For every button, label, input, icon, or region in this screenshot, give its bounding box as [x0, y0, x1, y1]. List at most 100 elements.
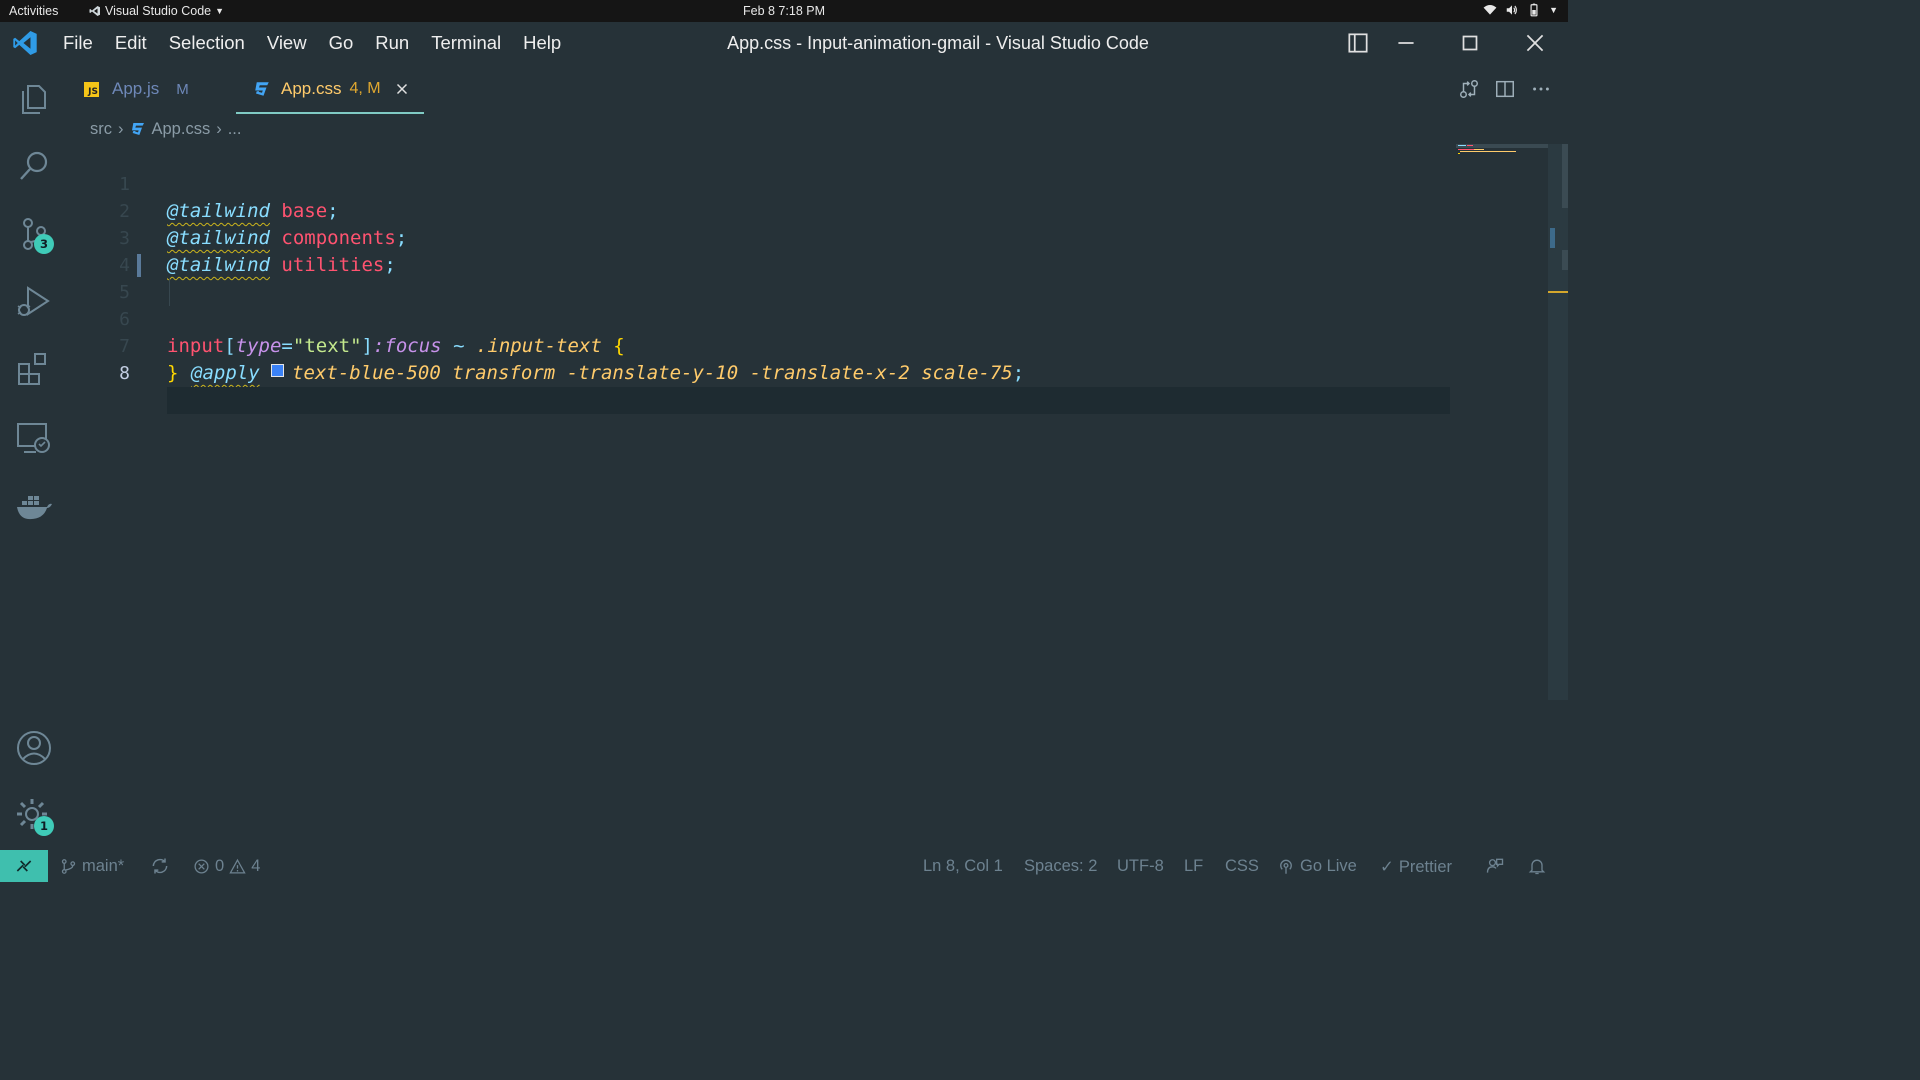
tab-label: App.js	[112, 79, 160, 98]
color-swatch[interactable]	[271, 364, 285, 377]
remote-explorer-icon[interactable]	[14, 418, 54, 458]
search-icon[interactable]	[14, 146, 54, 186]
source-control-badge: 3	[34, 234, 54, 254]
run-debug-icon[interactable]	[14, 282, 54, 322]
broadcast-icon	[1280, 859, 1292, 874]
check-icon: ✓	[1380, 858, 1394, 876]
chevron-right-icon: ›	[118, 119, 124, 138]
title-bar: File Edit Selection View Go Run Terminal…	[0, 22, 1568, 64]
problems-indicator[interactable]: 0 4	[193, 857, 260, 876]
menu-edit[interactable]: Edit	[104, 32, 158, 54]
vscode-logo-icon	[13, 31, 37, 55]
chevron-right-icon: ›	[216, 119, 222, 138]
menu-go[interactable]: Go	[318, 32, 365, 54]
volume-icon	[1506, 5, 1518, 15]
manage-settings-button[interactable]: 1	[14, 796, 54, 836]
split-editor-icon[interactable]	[1494, 78, 1516, 100]
docker-icon[interactable]	[14, 486, 54, 526]
warning-count: 4	[251, 857, 261, 875]
menu-help[interactable]: Help	[512, 32, 572, 54]
at-rule: @apply	[191, 362, 260, 384]
toggle-layout-icon[interactable]	[1345, 30, 1371, 56]
code-line-current: 8	[68, 333, 1450, 414]
tab-problems-status: 4, M	[349, 80, 381, 97]
scroll-marker-modified	[1550, 228, 1555, 248]
encoding[interactable]: UTF-8	[1117, 857, 1164, 876]
prettier-status[interactable]: ✓ Prettier	[1380, 857, 1452, 877]
current-line-highlight	[167, 387, 1450, 414]
notifications-bell-icon[interactable]	[1527, 856, 1547, 876]
branch-name: main*	[82, 857, 125, 875]
prettier-label: Prettier	[1398, 857, 1453, 876]
indentation[interactable]: Spaces: 2	[1024, 857, 1097, 876]
breadcrumb-folder[interactable]: src	[90, 120, 112, 139]
semicolon: ;	[1012, 362, 1025, 384]
git-branch-icon	[61, 859, 76, 874]
tab-app-js[interactable]: JS App.js M	[84, 64, 189, 114]
breadcrumb-symbols[interactable]: ...	[228, 120, 242, 139]
modified-line-indicator	[137, 254, 141, 277]
close-brace: }	[167, 362, 179, 384]
menu-selection[interactable]: Selection	[158, 32, 256, 54]
git-branch[interactable]: main*	[60, 857, 124, 876]
source-control-button[interactable]: 3	[14, 214, 54, 254]
line-number: 8	[119, 363, 130, 384]
warning-icon	[229, 858, 246, 874]
menu-terminal[interactable]: Terminal	[420, 32, 512, 54]
code-line: 1 @tailwind base;	[68, 144, 1450, 222]
code-line: 7 }	[68, 306, 1450, 384]
clock[interactable]: Feb 8 7:18 PM	[0, 4, 1568, 18]
account-icon[interactable]	[14, 728, 54, 768]
css-file-icon	[255, 82, 269, 96]
remote-icon	[16, 860, 32, 872]
language-mode[interactable]: CSS	[1225, 857, 1259, 876]
apply-utilities: text-blue-500 transform -translate-y-10 …	[292, 362, 1013, 384]
settings-badge: 1	[34, 816, 54, 836]
activity-bar: 3 1	[0, 64, 68, 850]
breadcrumb-file[interactable]: App.css	[152, 120, 211, 139]
remote-indicator[interactable]	[0, 850, 48, 882]
close-window-icon[interactable]	[1522, 30, 1548, 56]
menu-bar: File Edit Selection View Go Run Terminal…	[52, 22, 572, 64]
error-icon	[194, 859, 209, 874]
code-text: @apply text-blue-500 transform -translat…	[191, 360, 1024, 387]
javascript-file-icon: JS	[84, 81, 99, 97]
tab-git-status: M	[176, 80, 189, 98]
feedback-icon[interactable]	[1485, 856, 1505, 876]
extensions-icon[interactable]	[14, 350, 54, 390]
more-actions-icon[interactable]	[1530, 78, 1552, 100]
minimize-icon[interactable]	[1393, 30, 1419, 56]
error-count: 0	[215, 857, 225, 875]
sync-icon[interactable]	[150, 856, 170, 876]
tab-label: App.css	[281, 79, 342, 98]
open-changes-icon[interactable]	[1458, 78, 1480, 100]
system-top-bar: Activities Visual Studio Code ▼ Feb 8 7:…	[0, 0, 1568, 22]
cursor-position[interactable]: Ln 8, Col 1	[923, 857, 1003, 876]
system-tray[interactable]: ▼	[1483, 3, 1558, 17]
close-tab-icon[interactable]	[393, 80, 411, 98]
editor-actions	[1458, 78, 1552, 100]
wifi-icon	[1483, 5, 1497, 15]
menu-view[interactable]: View	[256, 32, 318, 54]
scroll-marker-warning	[1548, 291, 1568, 293]
code-editor[interactable]: 1 @tailwind base; 2 @tailwind components…	[68, 144, 1568, 850]
css-file-icon	[131, 123, 144, 135]
battery-icon	[1530, 3, 1538, 17]
maximize-icon[interactable]	[1457, 30, 1483, 56]
menu-run[interactable]: Run	[364, 32, 420, 54]
menu-file[interactable]: File	[52, 32, 104, 54]
minimap[interactable]	[1456, 144, 1548, 158]
code-line: 6 @apply text-blue-500 transform -transl…	[68, 279, 1450, 384]
end-of-line[interactable]: LF	[1184, 857, 1203, 876]
breadcrumb: src › App.css › ...	[90, 118, 241, 140]
go-live-button[interactable]: Go Live	[1277, 857, 1357, 876]
code-line: 2 @tailwind components;	[68, 171, 1450, 249]
scroll-marker	[1562, 250, 1568, 270]
tab-app-css[interactable]: App.css 4, M	[253, 64, 411, 114]
explorer-icon[interactable]	[14, 78, 54, 118]
scrollbar-thumb[interactable]	[1562, 144, 1568, 208]
tray-caret-icon: ▼	[1549, 5, 1558, 15]
code-line: 4	[68, 225, 1450, 276]
vertical-scrollbar[interactable]	[1548, 144, 1568, 700]
window-title: App.css - Input-animation-gmail - Visual…	[727, 33, 1149, 53]
